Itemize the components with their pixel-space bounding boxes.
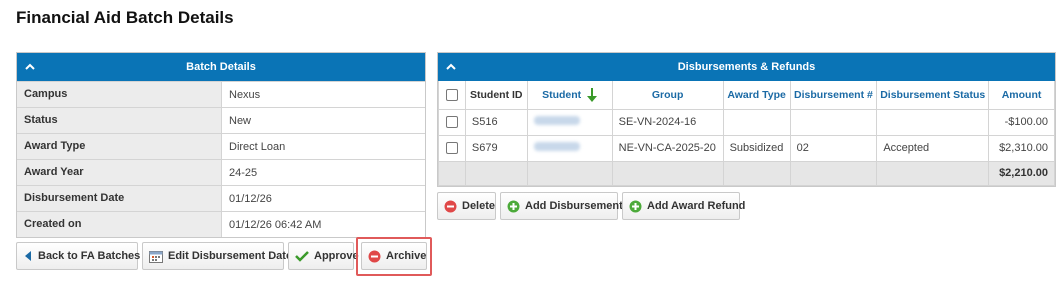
plus-circle-icon xyxy=(507,200,520,212)
minus-circle-icon xyxy=(444,200,457,212)
disbursement-no-cell xyxy=(789,108,878,136)
detail-row-award-year: Award Year 24-25 xyxy=(17,159,425,185)
column-group[interactable]: Group xyxy=(611,81,724,110)
disbursement-no-cell: 02 xyxy=(789,134,878,162)
detail-value: Direct Loan xyxy=(222,134,425,159)
total-amount: $2,210.00 xyxy=(988,160,1055,186)
total-empty-cell xyxy=(438,160,466,186)
sort-down-arrow-icon xyxy=(587,87,598,102)
edit-disbursement-date-button[interactable]: Edit Disbursement Date xyxy=(142,242,292,270)
row-checkbox[interactable] xyxy=(445,116,458,129)
redacted-student-name xyxy=(533,116,580,125)
detail-row-created-on: Created on 01/12/26 06:42 AM xyxy=(17,211,425,237)
group-link[interactable]: SE-VN-2024-16 xyxy=(611,108,724,136)
row-checkbox[interactable] xyxy=(445,142,458,155)
total-empty-cell xyxy=(789,160,878,186)
row-select-cell xyxy=(438,108,466,136)
approve-button-label: Approve xyxy=(314,250,359,262)
calendar-icon xyxy=(149,250,163,263)
student-name-cell[interactable] xyxy=(526,134,613,162)
student-id-cell: S679 xyxy=(464,134,528,162)
column-award-type[interactable]: Award Type xyxy=(722,81,791,110)
detail-value: New xyxy=(222,108,425,133)
back-to-fa-batches-button[interactable]: Back to FA Batches xyxy=(16,242,141,270)
batch-details-panel: Batch Details Campus Nexus Status New Aw… xyxy=(16,52,426,238)
student-name-cell[interactable] xyxy=(526,108,613,136)
table-row: S516 SE-VN-2024-16 -$100.00 xyxy=(438,108,1055,136)
page-title: Financial Aid Batch Details xyxy=(16,8,234,27)
detail-label: Created on xyxy=(17,212,222,237)
detail-label: Status xyxy=(17,108,222,133)
total-empty-cell xyxy=(464,160,528,186)
disbursements-table: Student ID Student Group Award Type Disb… xyxy=(438,81,1055,186)
column-amount[interactable]: Amount xyxy=(988,81,1055,110)
table-row: S679 NE-VN-CA-2025-20 Subsidized 02 Acce… xyxy=(438,134,1055,162)
minus-circle-icon xyxy=(368,250,381,262)
batch-details-header[interactable]: Batch Details xyxy=(17,53,425,81)
redacted-student-name xyxy=(533,142,580,151)
detail-value: 01/12/26 xyxy=(222,186,425,211)
collapse-icon[interactable] xyxy=(25,62,35,72)
add-award-refund-button[interactable]: Add Award Refund xyxy=(622,192,745,220)
detail-value: 01/12/26 06:42 AM xyxy=(222,212,425,237)
disbursement-status-cell xyxy=(876,108,990,136)
amount-link[interactable]: -$100.00 xyxy=(988,108,1055,136)
plus-circle-icon xyxy=(629,200,642,212)
disbursements-title: Disbursements & Refunds xyxy=(677,61,816,73)
total-empty-cell xyxy=(526,160,613,186)
add-disbursement-label: Add Disbursement xyxy=(525,200,623,212)
total-empty-cell xyxy=(611,160,724,186)
row-select-cell xyxy=(438,134,466,162)
group-link[interactable]: NE-VN-CA-2025-20 xyxy=(611,134,724,162)
delete-button[interactable]: Delete xyxy=(437,192,496,220)
back-button-label: Back to FA Batches xyxy=(38,250,141,262)
batch-details-title: Batch Details xyxy=(186,61,256,73)
detail-row-campus: Campus Nexus xyxy=(17,81,425,107)
table-header-row: Student ID Student Group Award Type Disb… xyxy=(438,81,1055,110)
column-student-label: Student xyxy=(542,88,582,101)
detail-value: Nexus xyxy=(222,82,425,107)
total-row: $2,210.00 xyxy=(438,160,1055,186)
student-id-cell: S516 xyxy=(464,108,528,136)
total-empty-cell xyxy=(722,160,791,186)
select-all-checkbox[interactable] xyxy=(445,88,458,101)
archive-button-label: Archive xyxy=(386,250,427,262)
approve-button[interactable]: Approve xyxy=(288,242,359,270)
disbursement-status-cell: Accepted xyxy=(876,134,990,162)
disbursements-header[interactable]: Disbursements & Refunds xyxy=(438,53,1055,81)
detail-label: Campus xyxy=(17,82,222,107)
delete-button-label: Delete xyxy=(462,200,496,212)
column-disbursement-no[interactable]: Disbursement # xyxy=(789,81,878,110)
archive-button[interactable]: Archive xyxy=(361,242,427,270)
collapse-icon[interactable] xyxy=(446,62,456,72)
award-type-cell xyxy=(722,108,791,136)
disbursements-panel: Disbursements & Refunds Student ID Stude… xyxy=(437,52,1056,187)
award-type-cell: Subsidized xyxy=(722,134,791,162)
detail-row-disbursement-date: Disbursement Date 01/12/26 xyxy=(17,185,425,211)
total-empty-cell xyxy=(876,160,990,186)
add-disbursement-button[interactable]: Add Disbursement xyxy=(500,192,623,220)
detail-row-status: Status New xyxy=(17,107,425,133)
back-arrow-icon xyxy=(25,251,31,261)
detail-label: Award Year xyxy=(17,160,222,185)
detail-label: Disbursement Date xyxy=(17,186,222,211)
column-student[interactable]: Student xyxy=(526,81,613,110)
edit-date-button-label: Edit Disbursement Date xyxy=(168,250,293,262)
column-student-id[interactable]: Student ID xyxy=(464,81,528,110)
column-disbursement-status[interactable]: Disbursement Status xyxy=(876,81,990,110)
detail-row-award-type: Award Type Direct Loan xyxy=(17,133,425,159)
add-award-refund-label: Add Award Refund xyxy=(647,200,746,212)
amount-link[interactable]: $2,310.00 xyxy=(988,134,1055,162)
detail-label: Award Type xyxy=(17,134,222,159)
checkmark-icon xyxy=(295,251,309,262)
detail-value: 24-25 xyxy=(222,160,425,185)
select-all-cell xyxy=(438,81,466,110)
